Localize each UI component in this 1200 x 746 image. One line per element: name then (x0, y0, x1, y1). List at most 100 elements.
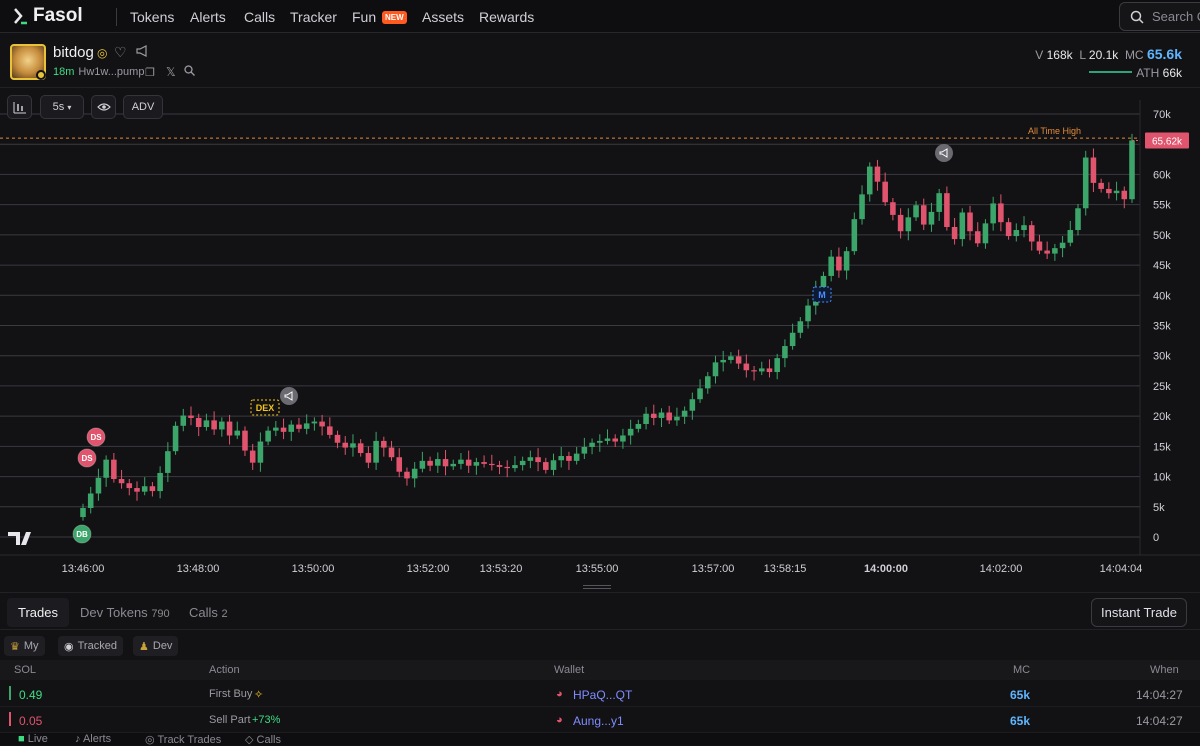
candle-body (890, 202, 896, 215)
candle-body (203, 420, 210, 428)
token-avatar[interactable] (10, 44, 46, 80)
nav-rewards[interactable]: Rewards (479, 9, 534, 25)
megaphone-icon[interactable] (136, 45, 149, 60)
trade-wallet[interactable]: Aung...y1 (573, 714, 624, 728)
search-input[interactable] (1152, 9, 1200, 24)
mc-label: MC (1124, 48, 1144, 62)
nav-calls[interactable]: Calls (244, 9, 275, 25)
candle-body (242, 430, 248, 451)
token-address[interactable]: Hw1w...pump (78, 66, 144, 78)
candle-body (581, 446, 588, 454)
candle-body (535, 457, 541, 463)
candle-body (1106, 188, 1112, 194)
candle-body (512, 465, 518, 469)
candle-body (273, 427, 279, 431)
logo-text: Fasol (33, 5, 83, 26)
candle-body (373, 440, 379, 463)
candle-body (180, 415, 187, 426)
migration-marker-label: M (818, 290, 826, 300)
nav-alerts[interactable]: Alerts (190, 9, 226, 25)
x-tick-label: 13:48:00 (177, 563, 220, 575)
interval-select[interactable]: 5s ▾ (40, 95, 84, 119)
tab-trades[interactable]: Trades (7, 598, 69, 627)
candle-body (766, 368, 773, 373)
col-mc: MC (1013, 664, 1031, 676)
token-stats: V 168k L 20.1k MC 65.6k (1035, 46, 1182, 62)
candle-body (442, 459, 449, 467)
candle-body (80, 507, 86, 518)
candle-body (1129, 140, 1135, 200)
tab-calls-count: 2 (221, 608, 228, 620)
candle-body (319, 421, 325, 427)
col-action: Action (209, 664, 240, 676)
filter-tracked[interactable]: ◉ Tracked (58, 636, 123, 656)
fasol-logo-icon (14, 8, 27, 25)
bottom-track-trades[interactable]: ◎ Track Trades (145, 733, 221, 746)
candle-body (689, 399, 696, 411)
nav-fun[interactable]: Fun NEW (352, 9, 407, 25)
ath-value: 66k (1162, 66, 1182, 80)
candle-body (296, 424, 302, 429)
liquidity-value: 20.1k (1088, 48, 1119, 62)
candle-body (489, 463, 495, 466)
candle-body (728, 356, 734, 360)
candle-body (427, 460, 433, 466)
filter-my[interactable]: ♛ My (4, 636, 45, 656)
token-header: bitdog ◎ ♡ 18m Hw1w...pump ❐ 𝕏 V 168k L 2… (0, 34, 1200, 88)
nav-divider (116, 8, 117, 26)
logo[interactable]: Fasol (13, 5, 83, 27)
candle-body (982, 223, 989, 244)
tab-dev-tokens[interactable]: Dev Tokens 790 (80, 605, 170, 620)
panel-resize-handle[interactable] (583, 585, 611, 589)
search-box[interactable] (1119, 2, 1200, 31)
candle-body (357, 443, 364, 454)
volume-value: 168k (1046, 48, 1073, 62)
tradingview-logo-icon (8, 532, 31, 545)
candle-body (157, 472, 163, 492)
candle-body (519, 460, 526, 466)
token-age: 18m (53, 66, 75, 78)
tab-calls[interactable]: Calls 2 (189, 605, 228, 620)
candle-body (365, 453, 372, 463)
filter-dev[interactable]: ♟ Dev (133, 636, 179, 656)
x-tick-label: 13:50:00 (292, 563, 335, 575)
y-tick-label: 20k (1153, 411, 1171, 423)
candle-body (195, 417, 202, 428)
candle-body (118, 478, 125, 484)
adv-button[interactable]: ADV (123, 95, 163, 119)
candle-body (666, 412, 672, 421)
candle-body (597, 440, 603, 443)
candle-body (1067, 230, 1074, 243)
bottom-calls[interactable]: ◇ Calls (245, 733, 281, 746)
candle-body (1059, 242, 1066, 249)
search-token-icon[interactable] (184, 65, 195, 79)
current-price-label: 65.62k (1152, 136, 1183, 147)
heart-icon[interactable]: ♡ (114, 44, 127, 61)
indicators-button[interactable] (7, 95, 32, 119)
candle-body (697, 388, 703, 400)
candle-body (411, 468, 418, 479)
instant-trade-button[interactable]: Instant Trade (1091, 598, 1187, 627)
candle-body (913, 205, 919, 218)
y-tick-label: 70k (1153, 109, 1171, 121)
copy-icon[interactable]: ❐ (145, 66, 155, 79)
y-tick-label: 40k (1153, 290, 1171, 302)
x-tick-label: 13:58:15 (764, 563, 807, 575)
candle-body (843, 251, 850, 271)
candle-body (1044, 250, 1050, 254)
table-row[interactable]: 0.05 Sell Part +73% ◕ Aung...y1 65k 14:0… (0, 707, 1200, 733)
nav-assets[interactable]: Assets (422, 9, 464, 25)
nav-tracker[interactable]: Tracker (290, 9, 337, 25)
bottom-live[interactable]: ■ Live (18, 733, 48, 745)
candle-body (751, 370, 757, 372)
candle-body (481, 462, 487, 464)
nav-tokens[interactable]: Tokens (130, 9, 174, 25)
bottom-alerts[interactable]: ♪ Alerts (75, 733, 111, 745)
candle-body (87, 493, 94, 508)
visibility-toggle[interactable] (91, 95, 116, 119)
table-row[interactable]: 0.49 First Buy ✧ ◕ HPaQ...QT 65k 14:04:2… (0, 681, 1200, 707)
price-chart[interactable]: 70k65k60k55k50k45k40k35k30k25k20k15k10k5… (0, 100, 1200, 592)
x-icon[interactable]: 𝕏 (166, 65, 176, 79)
trade-wallet[interactable]: HPaQ...QT (573, 688, 632, 702)
y-tick-label: 5k (1153, 502, 1165, 514)
